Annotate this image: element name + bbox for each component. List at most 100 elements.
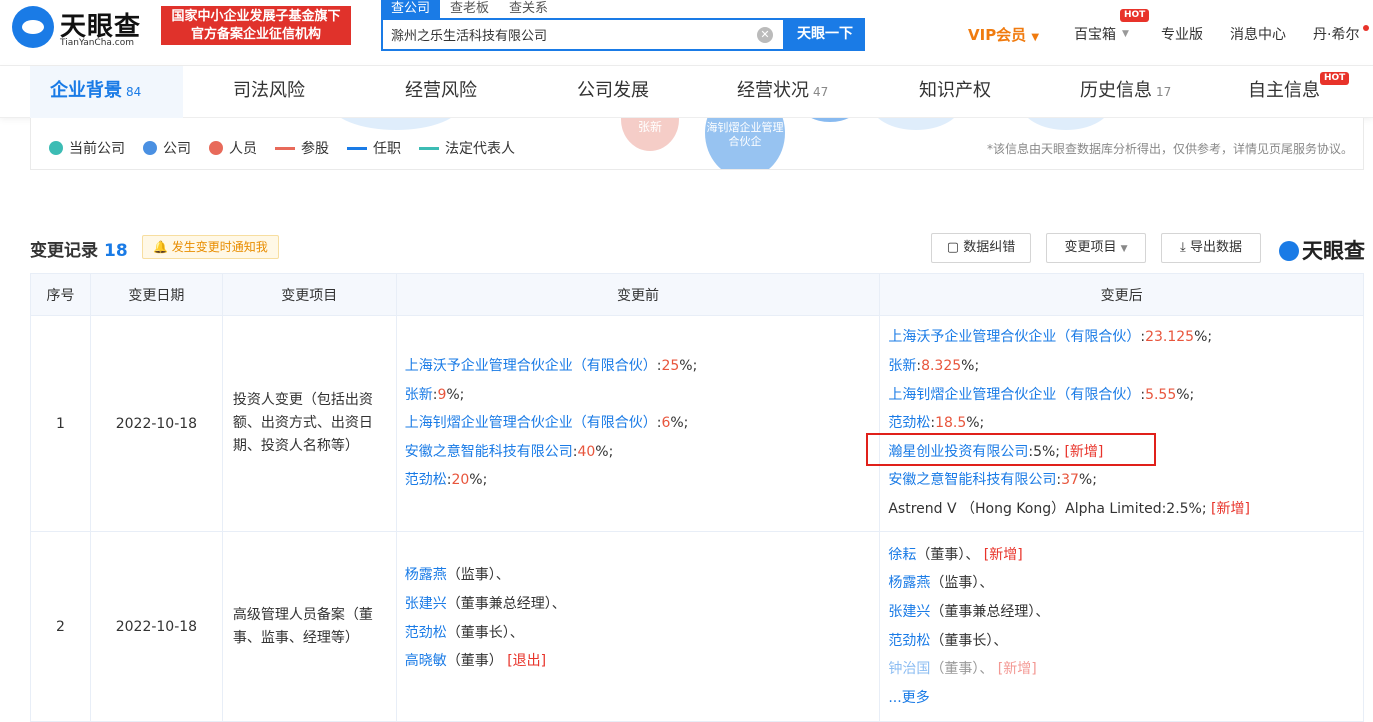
tab-judicial-risk[interactable]: 司法风险 xyxy=(233,66,305,118)
col-header-item: 变更项目 xyxy=(221,273,397,316)
graph-legend: 当前公司 公司 人员 参股 任职 法定代表人 xyxy=(49,138,533,158)
graph-node xyxy=(331,118,461,130)
tianyancha-logo[interactable]: 天眼查 TianYanCha.com xyxy=(12,6,152,48)
shareholder-entry: 张新:9%; xyxy=(404,386,465,403)
shareholder-link[interactable]: 上海钊熠企业管理合伙企业（有限合伙） xyxy=(405,415,657,431)
person-link[interactable]: 钟治国 xyxy=(888,661,930,677)
hot-badge: HOT xyxy=(1120,9,1150,22)
shareholder-entry: 上海钊熠企业管理合伙企业（有限合伙）:6%; xyxy=(404,415,689,432)
person-link[interactable]: 范劲松 xyxy=(405,625,447,641)
tab-self-info[interactable]: 自主信息 xyxy=(1248,66,1320,118)
personnel-entry: 张建兴（董事兼总经理）、 xyxy=(404,595,566,612)
baibaoxiang-menu[interactable]: 百宝箱 ▼ xyxy=(1074,24,1129,44)
new-tag: [新增] xyxy=(1211,500,1250,517)
col-header-before: 变更前 xyxy=(395,273,881,316)
pro-link[interactable]: 专业版 xyxy=(1161,24,1203,44)
vip-menu[interactable]: VIP会员 ▼ xyxy=(968,24,1039,45)
legend-disclaimer: *该信息由天眼查数据库分析得出，仅供参考，详情见页尾服务协议。 xyxy=(986,142,1353,156)
table-row: 2 2022-10-18 高级管理人员备案（董事、监事、经理等） 杨露燕（监事）… xyxy=(30,531,1364,722)
person-link[interactable]: 杨露燕 xyxy=(405,567,447,583)
company-dot-icon xyxy=(143,141,157,155)
tab-search-boss[interactable]: 查老板 xyxy=(440,0,499,18)
shareholder-link[interactable]: 范劲松 xyxy=(888,415,930,431)
download-icon: ⤓ xyxy=(1180,240,1186,255)
shareholder-entry: 安徽之意智能科技有限公司:40%; xyxy=(404,443,614,460)
caret-down-icon: ▼ xyxy=(1031,32,1040,43)
col-header-after: 变更后 xyxy=(879,273,1364,316)
graph-node xyxy=(801,118,859,122)
personnel-entry: 张建兴（董事兼总经理）、 xyxy=(888,603,1050,620)
section-title: 变更记录 18 xyxy=(30,241,128,261)
document-icon: ▢ xyxy=(946,240,960,255)
logo-eye-icon xyxy=(1279,241,1299,261)
tab-search-company[interactable]: 查公司 xyxy=(381,0,441,18)
person-link[interactable]: 高晓敏 xyxy=(405,653,447,669)
search-input[interactable] xyxy=(383,20,743,49)
person-link[interactable]: 张建兴 xyxy=(888,604,930,620)
shareholder-link[interactable]: 上海钊熠企业管理合伙企业（有限合伙） xyxy=(888,387,1140,403)
tab-intellectual-property[interactable]: 知识产权 xyxy=(919,66,991,118)
more-link[interactable]: ...更多 xyxy=(888,690,929,706)
change-records-table: 序号 变更日期 变更项目 变更前 变更后 1 2022-10-18 投资人变更（… xyxy=(30,273,1364,722)
exit-tag: [退出] xyxy=(507,653,547,670)
new-tag: [新增] xyxy=(997,661,1037,678)
tab-company-development[interactable]: 公司发展 xyxy=(577,66,649,118)
clear-icon[interactable]: ✕ xyxy=(757,27,773,43)
notification-dot xyxy=(1363,25,1369,31)
shareholder-link[interactable]: 安徽之意智能科技有限公司 xyxy=(405,444,573,460)
tab-search-relation[interactable]: 查关系 xyxy=(499,0,558,18)
person-link[interactable]: 杨露燕 xyxy=(888,575,930,591)
tab-company-background[interactable]: 企业背景 84 xyxy=(30,66,183,118)
personnel-entry: 范劲松（董事长）、 xyxy=(888,632,1008,649)
tab-operating-risk[interactable]: 经营风险 xyxy=(405,66,477,118)
personnel-entry: 杨露燕（监事）、 xyxy=(888,575,994,592)
personnel-entry: 杨露燕（监事）、 xyxy=(404,567,510,584)
shareholder-link[interactable]: 安徽之意智能科技有限公司 xyxy=(888,472,1056,488)
row-before: 杨露燕（监事）、 张建兴（董事兼总经理）、 范劲松（董事长）、 高晓敏（董事） … xyxy=(395,531,881,722)
shareholder-link[interactable]: 范劲松 xyxy=(405,472,447,488)
hot-badge: HOT xyxy=(1320,72,1350,85)
tab-operating-status[interactable]: 经营状况 47 xyxy=(737,66,828,118)
graph-node-company: 海钊熠企业管理 合伙企 xyxy=(705,118,785,169)
search-button[interactable]: 天眼一下 xyxy=(785,18,865,51)
relation-graph-strip: 张新 海钊熠企业管理 合伙企 当前公司 公司 人员 参股 任职 法定代表人 *该信… xyxy=(30,118,1364,170)
caret-down-icon: ▼ xyxy=(1122,29,1129,39)
personnel-entry: 钟治国（董事）、 [新增] xyxy=(888,661,1037,678)
person-link[interactable]: 张建兴 xyxy=(405,596,447,612)
person-link[interactable]: 徐耘 xyxy=(888,547,916,563)
notify-on-change-button[interactable]: 🔔 发生变更时通知我 xyxy=(142,235,279,259)
change-item-filter[interactable]: 变更项目 ▼ xyxy=(1046,233,1146,263)
data-correction-button[interactable]: ▢ 数据纠错 xyxy=(931,233,1031,263)
shareholder-entry: 安徽之意智能科技有限公司:37%; xyxy=(888,472,1097,489)
person-link[interactable]: 范劲松 xyxy=(888,633,930,649)
person-dot-icon xyxy=(209,141,223,155)
search-type-tabs: 查公司 查老板 查关系 xyxy=(381,0,558,18)
personnel-entry: 高晓敏（董事） [退出] xyxy=(404,653,547,670)
user-menu[interactable]: 丹·希尔 xyxy=(1313,24,1359,44)
row-date: 2022-10-18 xyxy=(89,531,223,722)
official-badge: 国家中小企业发展子基金旗下 官方备案企业征信机构 xyxy=(161,6,351,45)
shareholder-link[interactable]: 张新 xyxy=(888,358,916,374)
shareholder-entry: Astrend V （Hong Kong）Alpha Limited:2.5%;… xyxy=(888,500,1250,517)
row-change-item: 投资人变更（包括出资额、出资方式、出资日期、投资人名称等） xyxy=(221,315,397,532)
row-index: 1 xyxy=(30,315,91,532)
messages-link[interactable]: 消息中心 xyxy=(1230,24,1286,44)
tab-history-info[interactable]: 历史信息 17 xyxy=(1080,66,1171,118)
row-before: 上海沃予企业管理合伙企业（有限合伙）:25%; 张新:9%; 上海钊熠企业管理合… xyxy=(395,315,881,532)
col-header-index: 序号 xyxy=(30,273,91,316)
bell-icon: 🔔 xyxy=(153,240,168,254)
shareholder-entry: 张新:8.325%; xyxy=(888,358,980,375)
row-change-item: 高级管理人员备案（董事、监事、经理等） xyxy=(221,531,397,722)
col-header-date: 变更日期 xyxy=(89,273,223,316)
personnel-entry: 范劲松（董事长）、 xyxy=(404,624,524,641)
shareholder-link[interactable]: 张新 xyxy=(405,387,433,403)
row-after: 上海沃予企业管理合伙企业（有限合伙）:23.125%; 张新:8.325%; 上… xyxy=(879,315,1364,532)
tianyancha-watermark: 天眼查 xyxy=(1279,235,1365,265)
search-box: ✕ xyxy=(381,18,785,51)
shareholder-link[interactable]: 上海沃予企业管理合伙企业（有限合伙） xyxy=(888,329,1140,345)
current-company-dot-icon xyxy=(49,141,63,155)
export-data-button[interactable]: ⤓ 导出数据 xyxy=(1161,233,1261,263)
graph-node-person: 张新 xyxy=(621,118,679,151)
shareholder-link[interactable]: 上海沃予企业管理合伙企业（有限合伙） xyxy=(405,358,657,374)
main-tabs: 企业背景 84 司法风险 经营风险 公司发展 经营状况 47 知识产权 历史信息 17… xyxy=(0,66,1373,118)
